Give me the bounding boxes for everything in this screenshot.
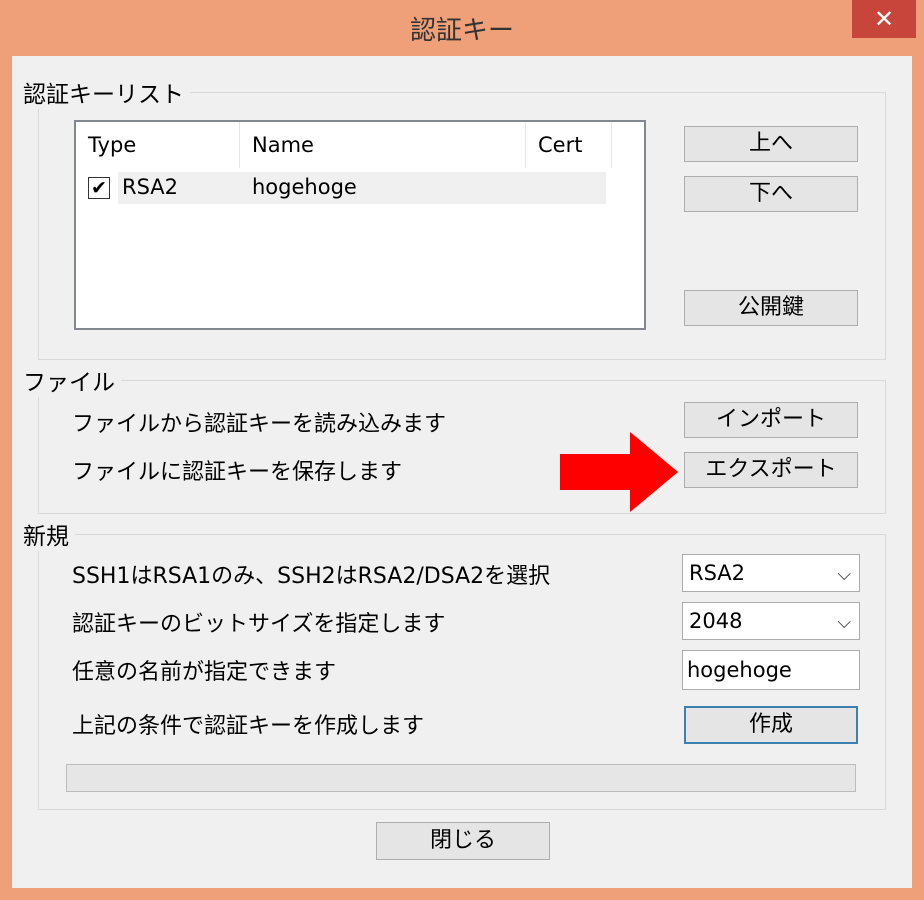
export-button[interactable]: エクスポート <box>684 452 858 488</box>
bit-size-description: 認証キーのビットサイズを指定します <box>72 612 446 637</box>
key-list[interactable]: Type Name Cert ✔ RSA2 hogehoge <box>74 120 646 330</box>
key-type-value: RSA2 <box>689 561 746 585</box>
file-group-label: ファイル <box>17 363 121 397</box>
name-description: 任意の名前が指定できます <box>72 660 337 685</box>
red-arrow-shape <box>560 432 678 512</box>
move-down-button[interactable]: 下へ <box>684 176 858 212</box>
key-name-input[interactable]: hogehoge <box>682 650 860 690</box>
public-key-button[interactable]: 公開鍵 <box>684 290 858 326</box>
column-header-type[interactable]: Type <box>76 122 240 168</box>
title-bar: 認証キー ✕ <box>0 0 924 56</box>
move-up-button[interactable]: 上へ <box>684 126 858 162</box>
file-group: ファイル <box>17 363 886 514</box>
bit-size-value: 2048 <box>689 609 743 633</box>
keylist-group-label: 認証キーリスト <box>17 75 190 109</box>
close-button[interactable]: 閉じる <box>376 822 550 860</box>
export-description: ファイルに認証キーを保存します <box>72 460 403 485</box>
row-checkbox[interactable]: ✔ <box>88 177 110 199</box>
row-name: hogehoge <box>252 175 357 199</box>
dialog-client-area: 認証キーリスト Type Name Cert ✔ RSA2 hogehoge 上… <box>12 56 912 888</box>
checkmark-icon: ✔ <box>91 177 107 199</box>
create-button[interactable]: 作成 <box>684 706 858 744</box>
row-type: RSA2 <box>122 175 179 199</box>
import-description: ファイルから認証キーを読み込みます <box>72 412 447 437</box>
key-type-description: SSH1はRSA1のみ、SSH2はRSA2/DSA2を選択 <box>72 564 551 589</box>
create-description: 上記の条件で認証キーを作成します <box>72 714 425 739</box>
key-type-select[interactable]: RSA2 ⌵ <box>682 554 860 592</box>
row-highlight <box>118 172 606 204</box>
chevron-down-icon: ⌵ <box>837 612 851 633</box>
bit-size-select[interactable]: 2048 ⌵ <box>682 602 860 640</box>
progress-bar <box>66 764 856 792</box>
chevron-down-icon: ⌵ <box>837 564 851 585</box>
column-header-name[interactable]: Name <box>240 122 526 168</box>
window-title: 認証キー <box>409 16 514 46</box>
table-row[interactable]: ✔ RSA2 hogehoge <box>76 172 606 204</box>
close-window-button[interactable]: ✕ <box>852 0 916 38</box>
new-group-label: 新規 <box>17 517 75 551</box>
column-header-cert[interactable]: Cert <box>526 122 612 168</box>
red-arrow-icon <box>560 432 678 512</box>
import-button[interactable]: インポート <box>684 402 858 438</box>
